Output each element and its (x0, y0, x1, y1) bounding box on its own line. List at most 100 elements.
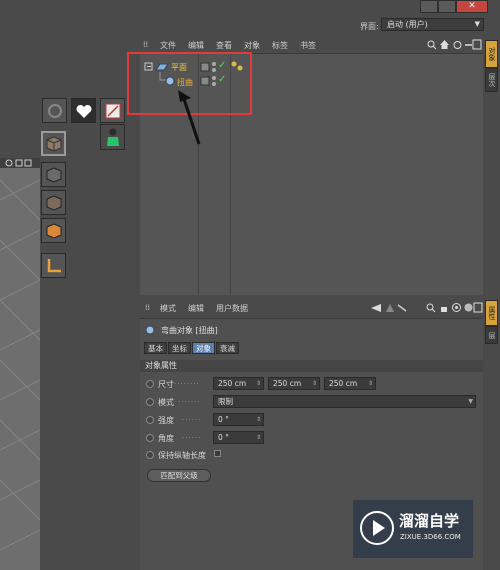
menu-edit-attr[interactable]: 编辑 (188, 303, 204, 314)
menu-edit[interactable]: 编辑 (188, 40, 204, 51)
mode-label: 模式 (158, 398, 174, 407)
cube-polygons-icon (46, 222, 61, 239)
menu-tags[interactable]: 标签 (272, 40, 288, 51)
mode-value: 限制 (218, 397, 233, 406)
keep-length-checkbox[interactable] (214, 450, 221, 457)
keep-length-radio[interactable] (146, 451, 154, 459)
strength-label: 强度 (158, 416, 174, 425)
angle-label: 角度 (158, 434, 174, 443)
dot-leader: ....... (178, 396, 201, 404)
tab-layer[interactable]: 层 (485, 326, 498, 344)
tab-attributes[interactable]: 属性 (485, 300, 498, 326)
grip-icon: ⁞⁞ (145, 303, 151, 312)
watermark-brand: 溜溜自学 (399, 512, 460, 530)
points-mode-tool[interactable] (41, 162, 66, 187)
size-z-value: 250 cm (329, 379, 358, 388)
spline-icon (105, 103, 120, 118)
spline-tool[interactable] (100, 98, 125, 123)
bend-object-icon (145, 325, 155, 337)
keep-length-label: 保持纵轴长度 (158, 451, 206, 460)
back-arrow-icon[interactable] (370, 303, 382, 315)
axis-icon (47, 258, 61, 272)
menu-view[interactable]: 查看 (216, 40, 232, 51)
strength-radio[interactable] (146, 416, 154, 424)
cube-points-icon (46, 166, 61, 183)
spinner-icon[interactable]: ⇕ (256, 414, 261, 425)
mode-radio[interactable] (146, 398, 154, 406)
spinner-icon[interactable]: ⇕ (256, 432, 261, 443)
arrow-annotation (178, 90, 201, 145)
menu-mode[interactable]: 模式 (160, 303, 176, 314)
tab-object[interactable]: 对象 (192, 342, 215, 354)
size-x-field[interactable]: 250 cm ⇕ (213, 377, 264, 390)
edges-mode-tool[interactable] (41, 190, 66, 215)
heart-icon (75, 104, 92, 118)
search-icon[interactable] (427, 40, 437, 52)
attribute-tabs: 基本 坐标 对象 衰减 (144, 342, 240, 354)
chevron-down-icon: ▼ (468, 398, 473, 405)
menu-objects[interactable]: 对象 (244, 40, 260, 51)
size-label: 尺寸 (158, 380, 174, 389)
layout-label: 界面: (360, 22, 379, 31)
forward-arrow-icon[interactable] (397, 303, 407, 315)
close-button[interactable]: ✕ (456, 0, 488, 13)
target-icon[interactable] (451, 302, 462, 315)
expand-icon[interactable] (472, 39, 482, 52)
layout-select-value: 启动 (用户) (387, 20, 428, 29)
dot-leader: ...... (182, 432, 202, 440)
strength-value: 0 ° (218, 415, 229, 424)
minimize-button[interactable] (420, 0, 438, 13)
expand-icon[interactable] (473, 302, 483, 315)
character-tool[interactable] (100, 124, 125, 150)
mode-select[interactable]: 限制 ▼ (213, 395, 476, 408)
spinner-icon[interactable]: ⇕ (312, 378, 317, 389)
size-y-field[interactable]: 250 cm ⇕ (268, 377, 320, 390)
maximize-button[interactable] (438, 0, 456, 13)
size-radio[interactable] (146, 380, 154, 388)
dot-leader: ........ (174, 378, 200, 386)
watermark-url: ZIXUE.3D66.COM (400, 533, 461, 541)
gear-icon (47, 103, 62, 118)
heart-tool[interactable] (71, 98, 96, 123)
twist-deformer-tool[interactable] (42, 98, 67, 123)
tab-objects[interactable]: 对象 (485, 40, 498, 68)
menu-file[interactable]: 文件 (160, 40, 176, 51)
tab-layers[interactable]: 层次 (485, 68, 498, 92)
chevron-down-icon: ▼ (474, 20, 480, 28)
cube-edges-icon (46, 194, 61, 211)
cube-icon (46, 135, 61, 152)
watermark: 溜溜自学 ZIXUE.3D66.COM (353, 500, 473, 558)
play-logo-icon (360, 511, 394, 545)
angle-field[interactable]: 0 ° ⇕ (213, 431, 264, 444)
menu-bookmarks[interactable]: 书签 (300, 40, 316, 51)
section-header: 对象属性 (140, 360, 483, 372)
size-y-value: 250 cm (273, 379, 302, 388)
home-icon[interactable] (439, 39, 450, 52)
fit-to-parent-button[interactable]: 匹配到父级 (147, 469, 211, 482)
polygons-mode-tool[interactable] (41, 218, 66, 243)
angle-radio[interactable] (146, 434, 154, 442)
strength-field[interactable]: 0 ° ⇕ (213, 413, 264, 426)
lock-icon[interactable] (453, 40, 462, 52)
size-z-field[interactable]: 250 cm ⇕ (324, 377, 376, 390)
axis-tool[interactable] (41, 253, 66, 278)
spinner-icon[interactable]: ⇕ (368, 378, 373, 389)
layout-select[interactable]: 启动 (用户) ▼ (381, 18, 484, 31)
viewport[interactable] (0, 160, 40, 570)
up-arrow-icon[interactable] (385, 303, 395, 315)
person-icon (106, 128, 119, 146)
viewport-icons[interactable] (5, 159, 35, 169)
menu-user-data[interactable]: 用户数据 (216, 303, 248, 314)
size-x-value: 250 cm (218, 379, 247, 388)
lock-icon[interactable] (439, 303, 449, 315)
cube-tool-selected[interactable] (41, 131, 66, 156)
search-icon[interactable] (426, 303, 436, 315)
spinner-icon[interactable]: ⇕ (256, 378, 261, 389)
grip-icon: ⁞⁞ (143, 40, 149, 49)
tab-falloff[interactable]: 衰减 (216, 342, 239, 354)
angle-value: 0 ° (218, 433, 229, 442)
tab-coord[interactable]: 坐标 (168, 342, 191, 354)
viewport-grid (0, 179, 40, 551)
tab-basic[interactable]: 基本 (144, 342, 167, 354)
dot-leader: ...... (182, 414, 202, 422)
